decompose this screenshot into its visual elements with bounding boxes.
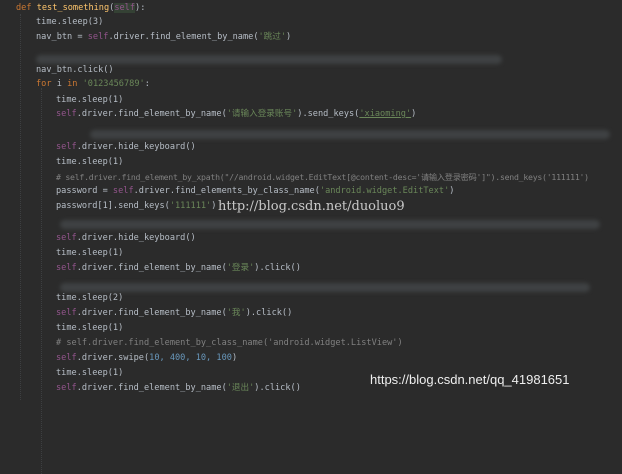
self-keyword: self: [87, 32, 109, 42]
code-text: ): [231, 353, 238, 363]
code-line[interactable]: nav_btn = self.driver.find_element_by_na…: [36, 30, 291, 44]
string-literal: '0123456789': [82, 79, 145, 89]
code-text: ): [449, 186, 455, 196]
code-text: ).send_keys(: [297, 109, 360, 119]
self-keyword: self: [112, 186, 134, 196]
code-text: .driver.hide_keyboard(): [76, 142, 196, 152]
code-line[interactable]: nav_btn.click(): [36, 63, 114, 77]
code-text: time.sleep(1): [56, 157, 124, 167]
code-text: .driver.find_element_by_name(: [76, 308, 227, 318]
code-line[interactable]: time.sleep(1): [56, 321, 123, 335]
code-line[interactable]: for i in '0123456789':: [36, 77, 150, 91]
code-line[interactable]: password[1].send_keys('111111'): [56, 199, 216, 213]
number-literal: 10, 400, 10, 100: [149, 353, 232, 363]
code-line[interactable]: self.driver.find_element_by_name('退出').c…: [56, 381, 301, 395]
code-text: time.sleep(1): [56, 323, 124, 333]
code-text: .driver.hide_keyboard(): [76, 233, 196, 243]
code-text: ).click(): [245, 308, 293, 318]
code-text: nav_btn =: [36, 32, 88, 42]
code-editor[interactable]: def test_something(self): time.sleep(3) …: [0, 0, 622, 474]
code-line[interactable]: # self.driver.find_element_by_class_name…: [56, 336, 403, 350]
string-literal: '登录': [226, 263, 255, 273]
code-text: ): [286, 32, 292, 42]
code-line[interactable]: time.sleep(2): [56, 291, 123, 305]
string-literal: '111111': [169, 201, 212, 211]
code-line[interactable]: # self.driver.find_element_by_xpath("//a…: [56, 170, 589, 184]
code-line[interactable]: self.driver.find_element_by_name('我').cl…: [56, 306, 292, 320]
code-line[interactable]: self.driver.swipe(10, 400, 10, 100): [56, 351, 237, 365]
code-text: ).click(): [254, 263, 301, 273]
code-text: .driver.find_element_by_name(: [76, 263, 227, 273]
self-keyword: self: [56, 263, 77, 273]
code-text: .driver.find_element_by_name(: [108, 32, 259, 42]
code-line[interactable]: self.driver.find_element_by_name('登录').c…: [56, 261, 301, 275]
code-text: password =: [56, 186, 113, 196]
code-text: time.sleep(1): [56, 248, 124, 258]
string-literal: '请输入登录账号': [226, 109, 298, 119]
code-text: :: [144, 79, 150, 89]
code-line[interactable]: time.sleep(1): [56, 246, 123, 260]
code-text: ): [411, 109, 417, 119]
string-literal: 'android.widget.EditText': [319, 186, 450, 196]
code-text: password[1].send_keys(: [56, 201, 170, 211]
code-text: nav_btn.click(): [36, 65, 114, 75]
redacted-line: [60, 283, 590, 292]
string-literal: '跳过': [258, 32, 287, 42]
self-keyword: self: [56, 308, 77, 318]
function-name: test_something: [36, 3, 110, 13]
keyword-in: in: [61, 79, 83, 89]
code-line[interactable]: def test_something(self):: [16, 1, 145, 15]
self-keyword: self: [56, 109, 77, 119]
self-keyword: self: [56, 353, 77, 363]
self-keyword: self: [56, 142, 77, 152]
self-keyword: self: [56, 383, 77, 393]
code-text: ).click(): [254, 383, 301, 393]
keyword-for: for: [36, 79, 57, 89]
code-line[interactable]: time.sleep(1): [56, 155, 123, 169]
code-line[interactable]: time.sleep(3): [36, 15, 103, 29]
code-line[interactable]: self.driver.hide_keyboard(): [56, 140, 196, 154]
blog-watermark: http://blog.csdn.net/duoluo9: [218, 199, 405, 214]
code-comment: # self.driver.find_element_by_xpath("//a…: [56, 172, 589, 182]
param-self: self: [114, 3, 136, 13]
redacted-line: [90, 130, 610, 139]
paren: ):: [135, 3, 146, 13]
code-line[interactable]: time.sleep(1): [56, 366, 123, 380]
keyword-def: def: [16, 3, 37, 13]
code-line[interactable]: self.driver.hide_keyboard(): [56, 231, 196, 245]
code-comment: # self.driver.find_element_by_class_name…: [56, 338, 403, 348]
code-text: .driver.swipe(: [76, 353, 150, 363]
code-text: time.sleep(1): [56, 95, 124, 105]
code-text: .driver.find_elements_by_class_name(: [133, 186, 320, 196]
string-literal: '我': [226, 308, 246, 318]
code-text: time.sleep(2): [56, 293, 124, 303]
indent-guide: [41, 88, 42, 474]
indent-guide: [20, 14, 21, 400]
code-text: time.sleep(3): [36, 17, 104, 27]
code-line[interactable]: password = self.driver.find_elements_by_…: [56, 184, 454, 198]
redacted-line: [60, 220, 600, 229]
blog-watermark-corner: https://blog.csdn.net/qq_41981651: [370, 372, 570, 387]
code-text: ): [211, 201, 217, 211]
code-text: time.sleep(1): [56, 368, 124, 378]
code-text: .driver.find_element_by_name(: [76, 383, 227, 393]
string-literal: 'xiaoming': [359, 109, 412, 119]
self-keyword: self: [56, 233, 77, 243]
string-literal: '退出': [226, 383, 255, 393]
code-text: .driver.find_element_by_name(: [76, 109, 227, 119]
code-line[interactable]: self.driver.find_element_by_name('请输入登录账…: [56, 107, 416, 121]
code-line[interactable]: time.sleep(1): [56, 93, 123, 107]
